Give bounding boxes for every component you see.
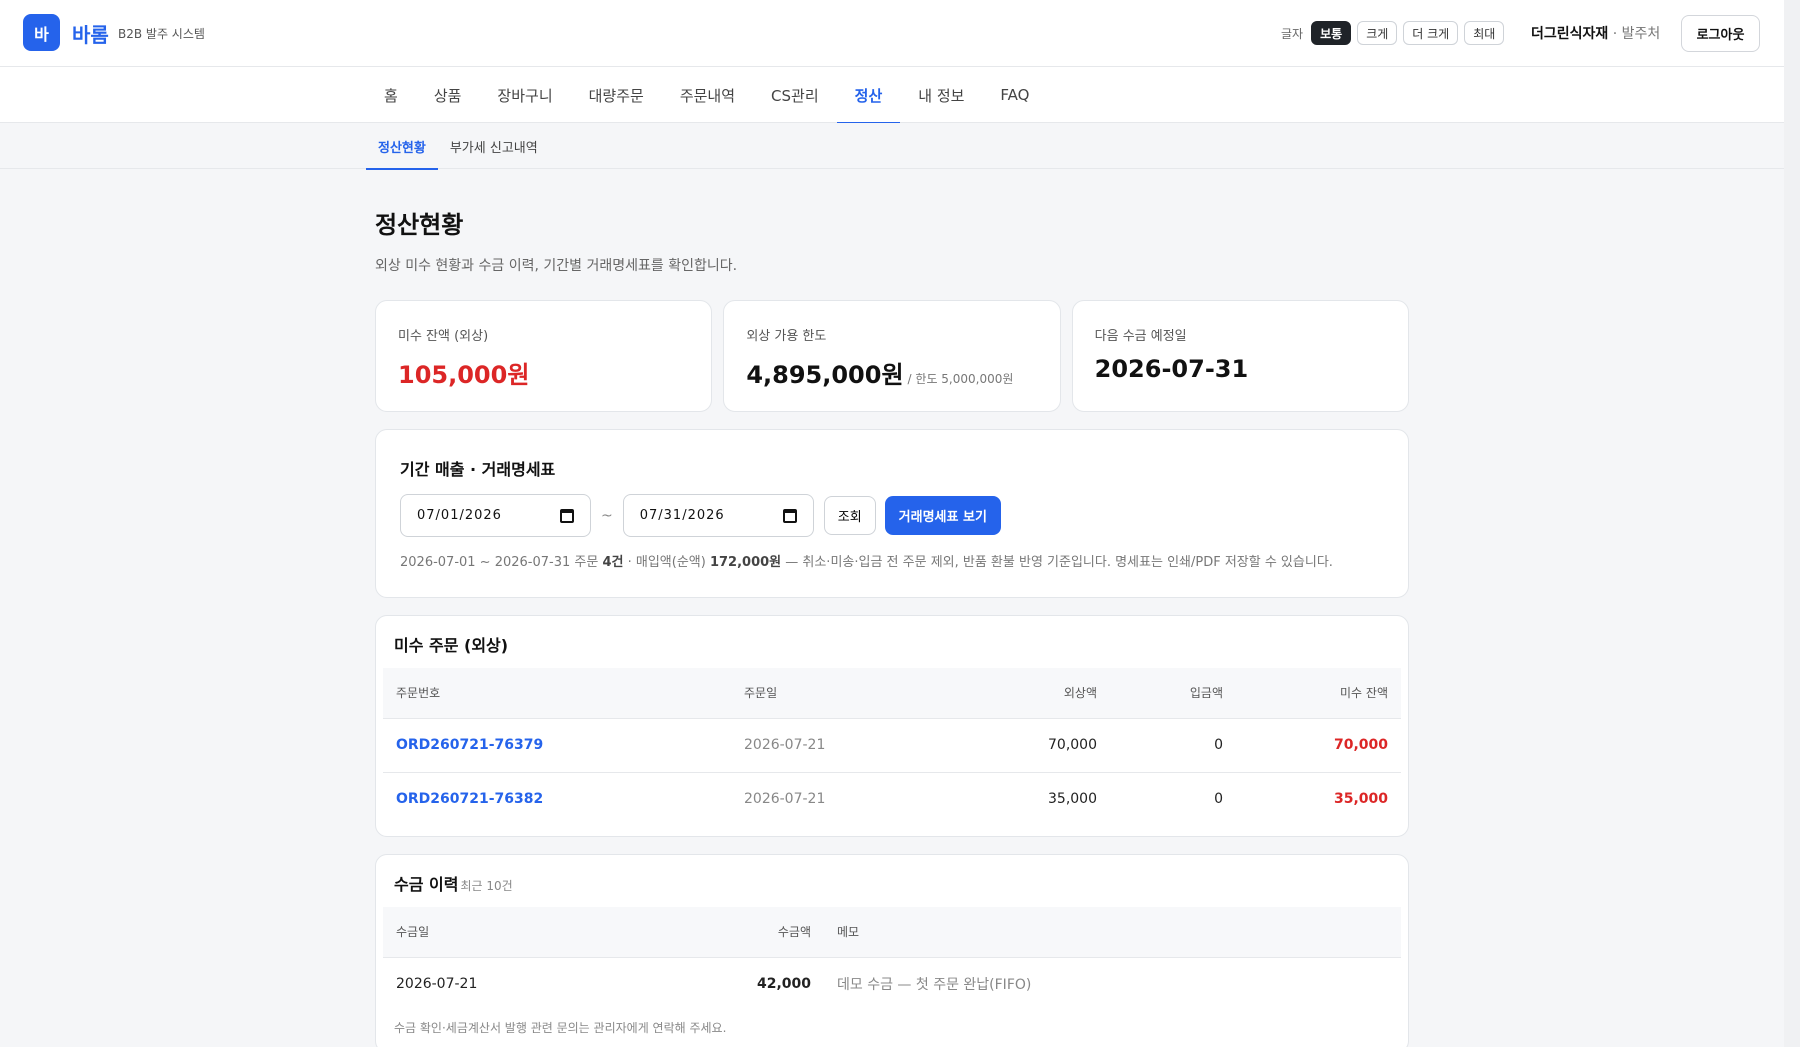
paid-amount: 0	[1110, 718, 1236, 773]
stat-card-credit-limit: 외상 가용 한도 4,895,000원 / 한도 5,000,000원	[723, 300, 1061, 412]
stat-value: 4,895,000원 / 한도 5,000,000원	[746, 355, 1037, 390]
summary-amount: 172,000원	[709, 555, 782, 570]
summary-order-count: 4건	[602, 555, 624, 570]
range-separator: ~	[601, 507, 613, 524]
column-header: 수금액	[683, 907, 824, 958]
card-title: 기간 매출 · 거래명세표	[400, 460, 556, 479]
column-header: 메모	[824, 907, 1401, 958]
nav-item-cs[interactable]: CS관리	[753, 67, 837, 123]
start-date-value: 07/01/2026	[417, 508, 502, 523]
stat-value: 2026-07-31	[1094, 355, 1249, 383]
logout-button[interactable]: 로그아웃	[1681, 15, 1760, 52]
stat-card-next-collection: 다음 수금 예정일 2026-07-31	[1071, 300, 1409, 412]
table-header-row: 주문번호 주문일 외상액 입금액 미수 잔액	[383, 668, 1401, 719]
stat-card-balance: 미수 잔액 (외상) 105,000원	[375, 300, 713, 412]
column-header: 입금액	[1110, 668, 1236, 719]
table-row[interactable]: ORD260721-76382 2026-07-21 35,000 0 35,0…	[383, 772, 1401, 826]
unpaid-balance: 70,000	[1236, 718, 1401, 773]
tab-vat-report[interactable]: 부가세 신고내역	[438, 123, 550, 169]
collection-amount: 42,000	[756, 976, 811, 993]
order-date: 2026-07-21	[744, 791, 826, 808]
logo-icon[interactable]: 바	[23, 14, 60, 51]
unpaid-balance: 35,000	[1333, 791, 1388, 808]
collection-date: 2026-07-21	[396, 976, 478, 993]
brand-subtitle: B2B 발주 시스템	[118, 27, 205, 41]
stat-value: 105,000원	[398, 361, 530, 389]
nav-item-home[interactable]: 홈	[366, 67, 416, 123]
collection-history-card: 수금 이력 최근 10건 수금일 수금액 메모 2026-07-21 42,000…	[375, 854, 1409, 1047]
stat-value-sub: / 한도 5,000,000원	[907, 372, 1014, 386]
credit-amount: 70,000	[927, 718, 1110, 773]
top-header: 바 바롬 B2B 발주 시스템 글자 보통 크게 더 크게 최대 더그린식자재 …	[0, 0, 1784, 67]
end-date-value: 07/31/2026	[639, 508, 725, 523]
nav-item-products[interactable]: 상품	[416, 67, 480, 123]
period-statement-card: 기간 매출 · 거래명세표 07/01/2026 ~ 07/31/2026 조회…	[375, 429, 1409, 598]
summary-text: — 취소·미송·입금 전 주문 제외, 반품 환불 반영 기준입니다. 명세표는…	[781, 555, 1333, 570]
column-header: 외상액	[927, 668, 1110, 719]
nav-item-faq[interactable]: FAQ	[982, 67, 1047, 123]
collection-memo: 데모 수금 — 첫 주문 완납(FIFO)	[837, 977, 1032, 994]
period-controls: 07/01/2026 ~ 07/31/2026 조회 거래명세표 보기	[400, 494, 1384, 537]
company-name: 더그린식자재	[1531, 26, 1609, 42]
company-info: 더그린식자재 · 발주처	[1531, 23, 1660, 43]
font-size-switcher: 글자 보통 크게 더 크게 최대	[1281, 21, 1505, 45]
brand-name[interactable]: 바롬	[72, 19, 109, 48]
order-number-link[interactable]: ORD260721-76379	[383, 718, 731, 773]
nav-item-order-history[interactable]: 주문내역	[662, 67, 753, 123]
card-title: 미수 주문 (외상)	[394, 636, 509, 655]
stat-label: 다음 수금 예정일	[1094, 329, 1187, 344]
order-date: 2026-07-21	[731, 718, 927, 773]
nav-item-settlement[interactable]: 정산	[836, 67, 901, 124]
stat-label: 미수 잔액 (외상)	[398, 329, 489, 344]
calendar-icon[interactable]	[782, 508, 797, 523]
summary-text: · 매입액(순액)	[623, 555, 710, 570]
column-header: 미수 잔액	[1236, 668, 1401, 719]
column-header: 수금일	[383, 907, 683, 958]
font-size-max-button[interactable]: 최대	[1464, 21, 1505, 45]
card-title: 수금 이력 최근 10건	[383, 871, 1401, 895]
table-row: 2026-07-21 42,000 데모 수금 — 첫 주문 완납(FIFO)	[383, 957, 1401, 1011]
unpaid-orders-card: 미수 주문 (외상) 주문번호 주문일 외상액 입금액 미수 잔액 ORD260…	[375, 615, 1409, 837]
end-date-input[interactable]: 07/31/2026	[622, 494, 814, 537]
summary-text: 2026-07-01 ~ 2026-07-31 주문	[400, 555, 603, 570]
table-row[interactable]: ORD260721-76379 2026-07-21 70,000 0 70,0…	[383, 718, 1401, 773]
stat-value-main: 4,895,000원	[746, 361, 904, 389]
stat-label: 외상 가용 한도	[746, 329, 827, 344]
order-number-link[interactable]: ORD260721-76382	[383, 772, 731, 826]
nav-item-my-info[interactable]: 내 정보	[900, 67, 982, 123]
column-header: 주문번호	[383, 668, 731, 719]
stat-cards: 미수 잔액 (외상) 105,000원 외상 가용 한도 4,895,000원 /…	[375, 300, 1409, 412]
page-description: 외상 미수 현황과 수금 이력, 기간별 거래명세표를 확인합니다.	[375, 258, 738, 274]
font-size-large-button[interactable]: 크게	[1357, 21, 1398, 45]
table-header-row: 수금일 수금액 메모	[383, 907, 1401, 958]
page: 바 바롬 B2B 발주 시스템 글자 보통 크게 더 크게 최대 더그린식자재 …	[0, 0, 1784, 1047]
period-summary: 2026-07-01 ~ 2026-07-31 주문 4건 · 매입액(순액) …	[400, 551, 1384, 570]
view-statement-button[interactable]: 거래명세표 보기	[884, 496, 1001, 535]
sub-nav: 정산현황 부가세 신고내역	[0, 123, 1784, 170]
page-title: 정산현황	[375, 211, 464, 239]
unpaid-orders-table: 주문번호 주문일 외상액 입금액 미수 잔액 ORD260721-76379 2…	[383, 668, 1401, 826]
font-size-label: 글자	[1281, 26, 1304, 41]
font-size-larger-button[interactable]: 더 크게	[1403, 21, 1459, 45]
nav-item-cart[interactable]: 장바구니	[479, 67, 570, 123]
main-content: 정산현황 외상 미수 현황과 수금 이력, 기간별 거래명세표를 확인합니다. …	[375, 169, 1409, 1047]
scrollbar[interactable]	[1784, 0, 1800, 1047]
font-size-normal-button[interactable]: 보통	[1311, 21, 1352, 45]
query-button[interactable]: 조회	[823, 496, 876, 535]
recent-count-note: 최근 10건	[460, 879, 513, 893]
company-role: · 발주처	[1608, 26, 1661, 42]
card-title-text: 수금 이력	[394, 875, 459, 894]
credit-amount: 35,000	[1048, 791, 1097, 808]
tab-settlement-status[interactable]: 정산현황	[366, 123, 438, 170]
nav-item-bulk-order[interactable]: 대량주문	[571, 67, 662, 123]
column-header: 주문일	[731, 668, 927, 719]
collection-history-table: 수금일 수금액 메모 2026-07-21 42,000 데모 수금 — 첫 주…	[383, 907, 1401, 1011]
calendar-icon[interactable]	[560, 508, 574, 523]
main-nav: 홈 상품 장바구니 대량주문 주문내역 CS관리 정산 내 정보 FAQ	[0, 67, 1784, 124]
start-date-input[interactable]: 07/01/2026	[400, 494, 591, 537]
collection-footnote: 수금 확인·세금계산서 발행 관련 문의는 관리자에게 연락해 주세요.	[394, 1021, 727, 1035]
paid-amount: 0	[1214, 791, 1223, 808]
